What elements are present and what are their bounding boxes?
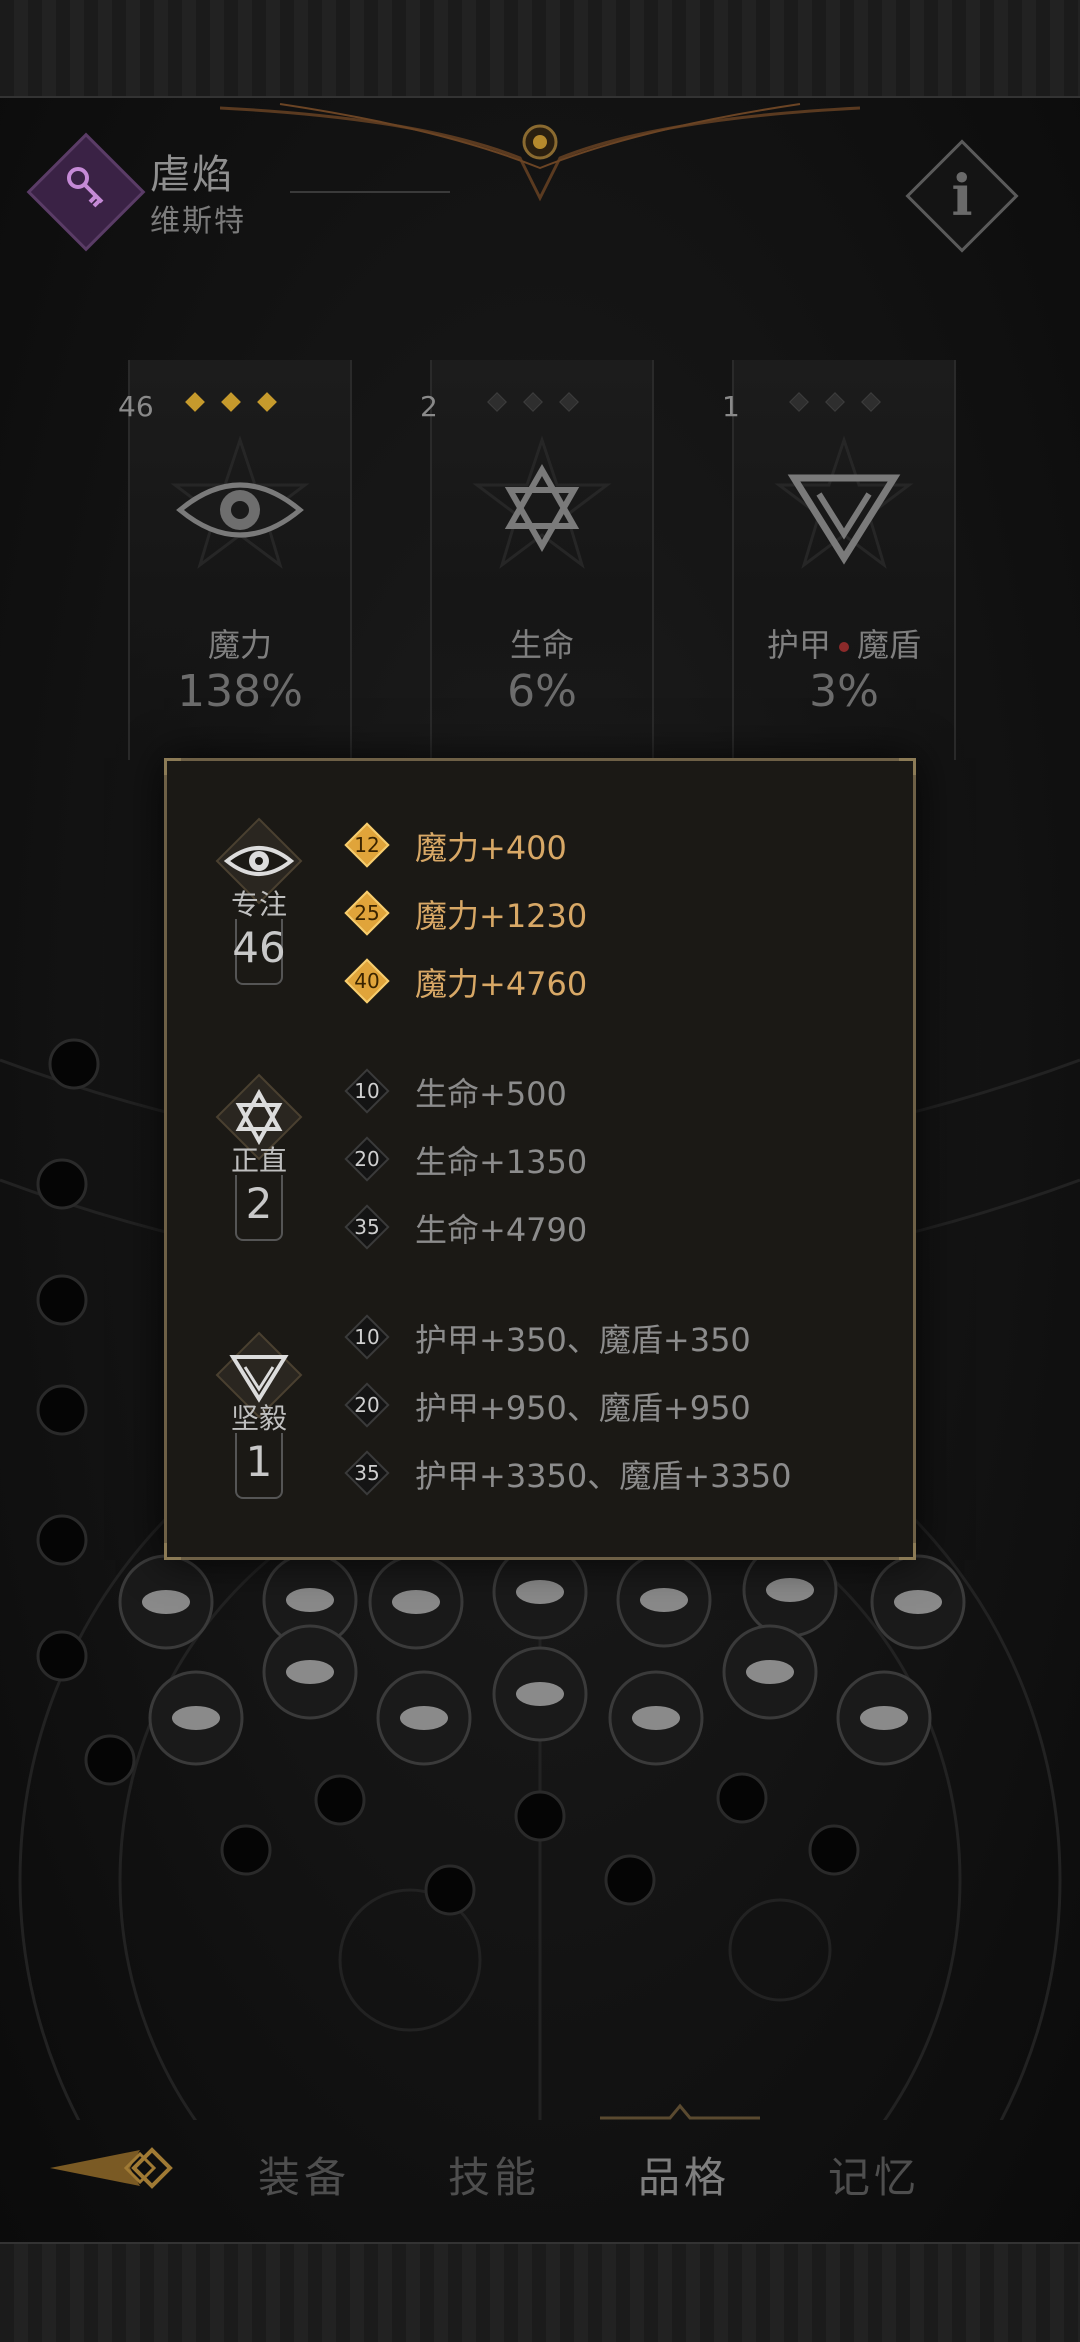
key-icon [67,167,104,208]
level-badge: 25 [343,889,391,937]
pip [523,392,543,412]
divider [290,191,450,193]
top-decorative-strip [0,0,1080,98]
attribute-card-mana[interactable]: 46 魔力 138% [118,360,352,760]
bottom-decorative-strip [0,2242,1080,2342]
top-ornament-icon [220,103,860,202]
level-badge: 12 [343,821,391,869]
bonus-text: 魔力+4760 [415,965,588,1003]
hexagram-emblem-icon [472,435,612,569]
attribute-label: 生命 [509,626,574,664]
attribute-label: 护甲 魔盾 [766,626,922,664]
group-badge: 坚毅 1 [203,1329,315,1509]
attribute-pips [487,392,598,413]
pip [487,392,507,412]
pip [221,392,241,412]
corner-ornament [899,1543,916,1560]
group-name: 专注 [230,888,287,921]
level-badge: 40 [343,957,391,1005]
level-badge: 10 [343,1067,391,1115]
attribute-pips [789,392,900,413]
attribute-pips [185,392,296,413]
attribute-card-life[interactable]: 2 生命 6% [420,360,654,760]
bonus-text: 护甲+350、魔盾+350 [415,1321,751,1359]
level-badge: 35 [343,1449,391,1497]
pip [861,392,881,412]
group-count: 46 [232,923,286,972]
tab-skills[interactable]: 技能 [414,2144,574,2205]
character-name: 虐焰 [150,152,234,198]
attribute-label: 魔力 [207,626,272,664]
level-badge: 20 [343,1135,391,1183]
group-badge: 正直 2 [203,1071,315,1251]
attribute-count: 1 [722,390,740,423]
bonus-text: 魔力+400 [415,829,567,867]
corner-ornament [164,758,181,775]
bonus-text: 生命+500 [415,1075,567,1113]
group-name: 坚毅 [230,1402,287,1435]
attribute-card-armor[interactable]: 1 护甲 魔盾 3% [722,360,956,760]
attribute-count: 2 [420,390,438,423]
tab-memory[interactable]: 记忆 [794,2144,954,2205]
info-icon: i [951,163,973,229]
bonus-text: 护甲+950、魔盾+950 [415,1389,751,1427]
group-count: 2 [245,1179,273,1228]
bonus-text: 魔力+1230 [415,897,588,935]
group-count: 1 [245,1437,273,1486]
attribute-value: 3% [809,666,879,717]
corner-ornament [899,758,916,775]
pip [257,392,277,412]
bonus-text: 生命+4790 [415,1211,588,1249]
bonus-text: 护甲+3350、魔盾+3350 [415,1457,792,1495]
pip [559,392,579,412]
bonus-tooltip-panel: 专注 46 12 魔力+400 25 魔力+1230 40 魔力+4760 正直 [164,758,916,1560]
group-name: 正直 [230,1144,287,1177]
level-badge: 10 [343,1313,391,1361]
pip [789,392,809,412]
eye-emblem-icon [170,435,310,569]
group-badge: 专注 46 [203,815,315,995]
bonus-text: 生命+1350 [415,1143,588,1181]
pip [185,392,205,412]
tab-equipment[interactable]: 装备 [224,2144,384,2205]
tab-traits[interactable]: 品格 [604,2144,764,2205]
pip [825,392,845,412]
attribute-value: 138% [177,666,303,717]
active-tab-indicator [600,2103,760,2120]
triangle-emblem-icon [774,435,914,569]
level-badge: 35 [343,1203,391,1251]
level-badge: 20 [343,1381,391,1429]
attribute-value: 6% [507,666,577,717]
character-class: 维斯特 [150,204,246,239]
back-arrow-icon[interactable] [40,2140,190,2196]
corner-ornament [164,1543,181,1560]
attribute-count: 46 [118,390,154,423]
